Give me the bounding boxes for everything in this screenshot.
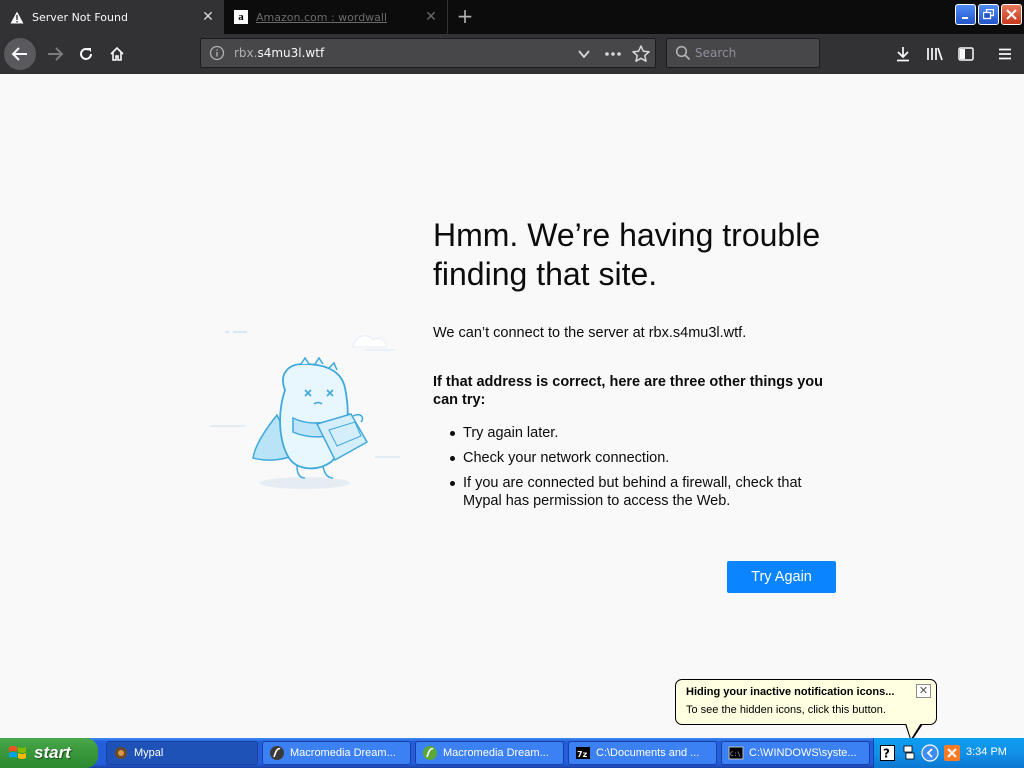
taskbar-item-cmd[interactable]: C:\ C:\WINDOWS\syste... [721,741,870,765]
hamburger-menu-icon [999,48,1011,60]
amazon-favicon-icon: a [234,10,248,24]
7zip-icon: 7z [575,745,591,761]
list-item: Check your network connection. [433,449,833,467]
restore-button[interactable] [978,4,999,25]
svg-text:C:\: C:\ [730,751,741,758]
home-icon [110,46,124,61]
info-icon[interactable] [209,45,225,61]
search-icon [675,45,691,61]
tab-title: Server Not Found [32,10,128,24]
clock[interactable]: 3:34 PM [966,746,1007,758]
start-label: start [34,743,71,762]
taskbar-label: Mypal [134,747,164,759]
notification-balloon[interactable]: Hiding your inactive notification icons.… [675,679,937,725]
error-description: We can’t connect to the server at rbx.s4… [433,325,747,341]
new-tab-button[interactable]: + [452,5,478,29]
balloon-text: To see the hidden icons, click this butt… [686,704,886,716]
system-tray: ? 3:34 PM [873,738,1024,768]
error-dinosaur-illustration [210,331,400,489]
chevron-down-icon[interactable] [575,45,593,63]
taskbar-item-dreamweaver-1[interactable]: Macromedia Dream... [262,741,411,765]
taskbar-item-dreamweaver-2[interactable]: Macromedia Dream... [415,741,564,765]
balloon-title: Hiding your inactive notification icons.… [686,686,895,698]
window-close-button[interactable] [1001,4,1022,25]
url-text[interactable]: rbx.s4mu3l.wtf [234,46,324,60]
svg-text:7z: 7z [577,750,588,759]
xampp-icon[interactable] [943,744,961,766]
tab-server-not-found[interactable]: Server Not Found ✕ [0,0,224,34]
dreamweaver-icon [269,745,285,761]
tab-close-icon[interactable]: ✕ [421,7,441,27]
search-bar [666,38,820,68]
reload-button[interactable] [71,39,101,69]
url-prefix: rbx. [234,46,258,60]
back-button[interactable] [4,38,36,70]
start-button[interactable]: start [0,738,98,768]
list-item: If you are connected but behind a firewa… [433,474,833,510]
search-input[interactable] [695,43,813,63]
network-icon[interactable] [902,744,916,766]
url-domain: s4mu3l.wtf [257,46,325,60]
cmd-icon: C:\ [728,745,744,761]
suggestion-list: Try again later. Check your network conn… [433,424,833,517]
warning-icon [10,10,24,24]
tab-amazon[interactable]: a Amazon.com : wordwall ✕ [226,0,448,34]
balloon-close-icon[interactable]: ✕ [916,684,931,698]
show-hidden-icons-button[interactable] [921,744,939,766]
download-icon [897,47,909,62]
page-actions-icon[interactable] [603,45,623,63]
help-icon[interactable]: ? [880,745,895,765]
windows-logo-icon [9,746,26,759]
forward-button[interactable] [40,39,70,69]
taskbar: start Mypal Macromedia Dream... Macromed… [0,738,1024,768]
taskbar-item-7zip[interactable]: 7z C:\Documents and ... [568,741,717,765]
minimize-button[interactable] [955,4,976,25]
sidebar-icon [958,47,974,61]
url-bar[interactable]: rbx.s4mu3l.wtf [200,38,656,68]
balloon-tail-inner [906,723,921,739]
error-subheading: If that address is correct, here are thr… [433,374,823,408]
library-icon [927,47,943,61]
home-button[interactable] [102,39,132,69]
taskbar-item-mypal[interactable]: Mypal [106,741,258,765]
downloads-button[interactable] [888,39,918,69]
taskbar-label: C:\WINDOWS\syste... [749,747,857,759]
sidebar-button[interactable] [951,39,981,69]
reload-icon [80,48,92,60]
tab-bar: Server Not Found ✕ a Amazon.com : wordwa… [0,0,1024,34]
tab-title: Amazon.com : wordwall [256,10,388,24]
tab-close-icon[interactable]: ✕ [198,7,218,27]
menu-button[interactable] [990,39,1020,69]
forward-arrow-icon [48,47,64,61]
dreamweaver-icon [422,745,438,761]
svg-text:?: ? [883,747,890,761]
error-title: Hmm. We’re having trouble finding that s… [433,217,821,292]
try-again-button[interactable]: Try Again [727,561,836,593]
library-button[interactable] [920,39,950,69]
taskbar-label: C:\Documents and ... [596,747,700,759]
back-arrow-icon [11,47,27,61]
taskbar-label: Macromedia Dream... [443,747,549,759]
mypal-icon [113,745,129,761]
bookmark-star-icon[interactable] [631,44,651,64]
taskbar-label: Macromedia Dream... [290,747,396,759]
list-item: Try again later. [433,424,833,442]
